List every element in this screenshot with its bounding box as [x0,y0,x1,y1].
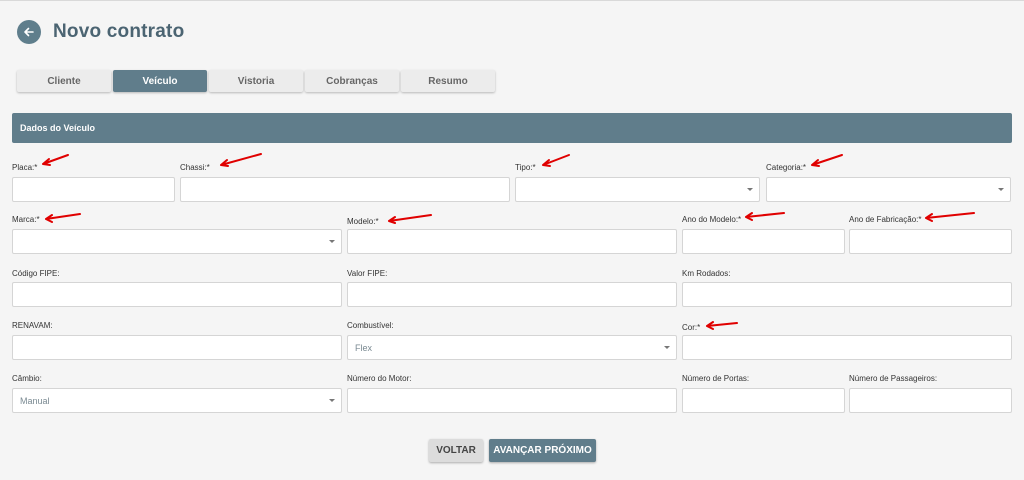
numero-portas-label: Número de Portas: [682,374,750,383]
tab-bar: Cliente Veículo Vistoria Cobranças Resum… [17,70,495,92]
modelo-label: Modelo:* [347,217,379,226]
ano-fabricacao-label: Ano de Fabricação:* [849,215,922,224]
renavam-input[interactable] [12,335,342,360]
combustivel-label: Combustível: [347,321,394,330]
placa-label: Placa:* [12,163,38,172]
marca-select[interactable] [12,229,342,254]
arrow-left-icon [24,27,34,37]
combustivel-select[interactable]: Flex [347,335,677,360]
numero-motor-label: Número do Motor: [347,374,412,383]
codigo-fipe-label: Código FIPE: [12,269,60,278]
tab-cliente[interactable]: Cliente [17,70,111,92]
cambio-label: Câmbio: [12,374,42,383]
categoria-label: Categoria:* [766,163,807,172]
annotation-arrow-icon [542,154,570,167]
numero-motor-input[interactable] [347,388,677,413]
annotation-arrow-icon [925,212,975,222]
annotation-arrow-icon [706,321,738,330]
chevron-down-icon [664,346,670,349]
marca-label: Marca:* [12,215,40,224]
cor-input[interactable] [682,335,1012,360]
tab-veiculo[interactable]: Veículo [113,70,207,92]
combustivel-value: Flex [355,343,373,353]
placa-input[interactable] [12,177,175,202]
ano-modelo-label: Ano do Modelo:* [682,215,742,224]
modelo-input[interactable] [347,229,677,254]
cambio-select[interactable]: Manual [12,388,342,413]
km-rodados-label: Km Rodados: [682,269,731,278]
renavam-label: RENAVAM: [12,321,53,330]
ano-fabricacao-input[interactable] [849,229,1012,254]
valor-fipe-label: Valor FIPE: [347,269,388,278]
section-header: Dados do Veículo [12,113,1012,143]
annotation-arrow-icon [220,153,262,167]
annotation-arrow-icon [811,154,843,167]
annotation-arrow-icon [42,154,69,166]
numero-portas-input[interactable] [682,388,845,413]
chassi-input[interactable] [180,177,510,202]
tipo-select[interactable] [515,177,760,202]
cambio-value: Manual [20,396,50,406]
chevron-down-icon [998,188,1004,191]
back-arrow-button[interactable] [17,20,41,44]
page-title: Novo contrato [53,21,185,42]
annotation-arrow-icon [45,213,81,223]
chevron-down-icon [747,188,753,191]
page-header: Novo contrato [17,19,184,45]
annotation-arrow-icon [745,212,785,221]
ano-modelo-input[interactable] [682,229,845,254]
chevron-down-icon [329,240,335,243]
cor-label: Cor:* [682,323,701,332]
voltar-button[interactable]: VOLTAR [429,439,483,462]
tab-vistoria[interactable]: Vistoria [209,70,303,92]
categoria-select[interactable] [766,177,1011,202]
codigo-fipe-input[interactable] [12,282,342,307]
tipo-label: Tipo:* [515,163,536,172]
tab-cobrancas[interactable]: Cobranças [305,70,399,92]
valor-fipe-input[interactable] [347,282,677,307]
chevron-down-icon [329,399,335,402]
chassi-label: Chassi:* [180,163,210,172]
km-rodados-input[interactable] [682,282,1012,307]
annotation-arrow-icon [388,214,432,224]
numero-passageiros-label: Número de Passageiros: [849,374,938,383]
tab-resumo[interactable]: Resumo [401,70,495,92]
avancar-proximo-button[interactable]: AVANÇAR PRÓXIMO [489,439,596,462]
numero-passageiros-input[interactable] [849,388,1012,413]
